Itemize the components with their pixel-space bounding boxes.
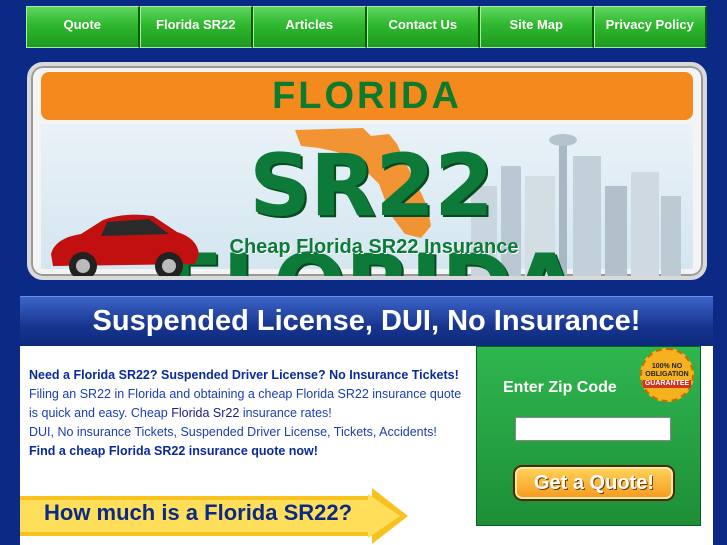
- plate-state-name: FLORIDA: [41, 72, 693, 120]
- nav-item-quote[interactable]: Quote: [26, 6, 140, 48]
- seal-band-text: GUARANTEE: [642, 379, 692, 388]
- nav-item-articles[interactable]: Articles: [253, 6, 367, 48]
- nav-item-contact-us[interactable]: Contact Us: [366, 6, 480, 48]
- headline-bar: Suspended License, DUI, No Insurance!: [20, 296, 713, 346]
- red-car-icon: [51, 214, 199, 276]
- seal-mid-text: OBLIGATION: [645, 370, 689, 378]
- plate-tagline: Cheap Florida SR22 Insurance: [229, 236, 519, 258]
- intro-body-list: DUI, No insurance Tickets, Suspended Dri…: [29, 425, 437, 439]
- license-plate-banner: FLORIDA SR22 FLORIDA Cheap Florida SR22 …: [27, 62, 707, 280]
- florida-sr22-link[interactable]: Florida Sr22: [171, 406, 239, 420]
- guarantee-seal: 100% NO OBLIGATION GUARANTEE: [640, 348, 694, 402]
- intro-lead: Need a Florida SR22? Suspended Driver Li…: [29, 368, 459, 382]
- arrow-heading: How much is a Florida SR22?: [44, 500, 353, 525]
- zip-code-label: Enter Zip Code: [503, 379, 617, 396]
- get-quote-button[interactable]: Get a Quote!: [513, 465, 675, 501]
- intro-cta: Find a cheap Florida SR22 insurance quot…: [29, 444, 318, 458]
- nav-item-privacy-policy[interactable]: Privacy Policy: [593, 6, 707, 48]
- intro-body: Filing an SR22 in Florida and obtaining …: [29, 385, 469, 423]
- zip-code-input[interactable]: [515, 417, 671, 441]
- intro-text: Need a Florida SR22? Suspended Driver Li…: [29, 366, 469, 461]
- intro-body-part-2: insurance rates!: [242, 406, 332, 420]
- nav-item-site-map[interactable]: Site Map: [480, 6, 594, 48]
- nav-item-florida-sr22[interactable]: Florida SR22: [139, 6, 253, 48]
- top-nav: Quote Florida SR22 Articles Contact Us S…: [26, 6, 707, 48]
- seal-top-text: 100% NO: [651, 362, 683, 370]
